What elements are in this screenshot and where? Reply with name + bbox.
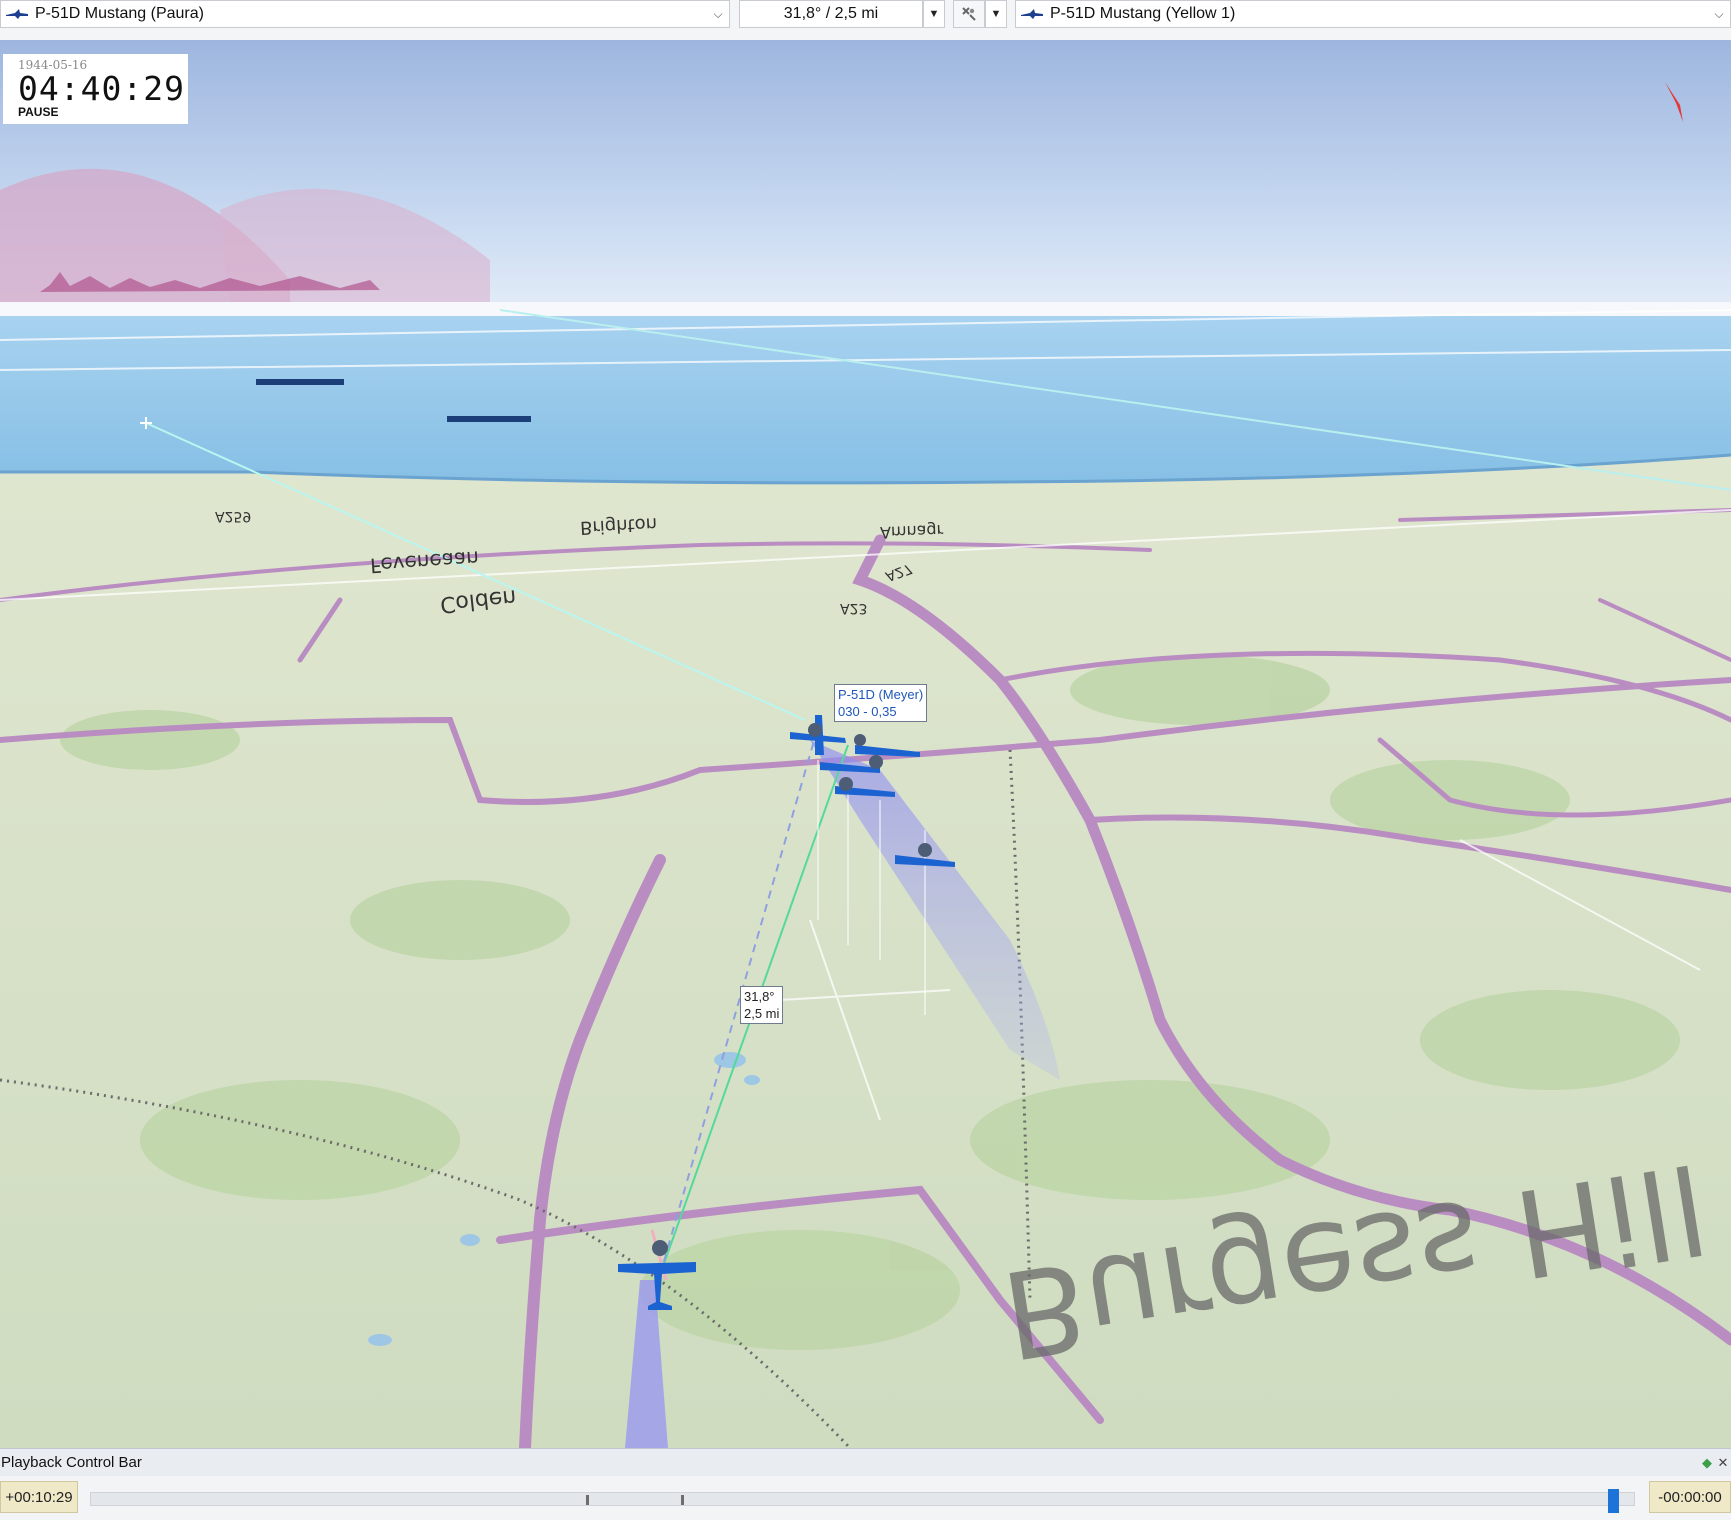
sea: [0, 316, 1731, 483]
callout-name: P-51D (Meyer): [838, 687, 924, 702]
aircraft-icon: [1021, 9, 1043, 19]
bearing-dropdown-button[interactable]: ▼: [923, 0, 945, 28]
caret-down-icon: ▼: [990, 8, 1002, 20]
aircraft-callout[interactable]: P-51D (Meyer) 030 - 0,35: [834, 684, 928, 722]
playback-slider[interactable]: [90, 1489, 1635, 1513]
playback-title: Playback Control Bar: [1, 1454, 142, 1471]
left-aircraft-label: P-51D Mustang (Paura): [35, 5, 204, 22]
playback-thumb[interactable]: [1608, 1489, 1619, 1513]
map-label-road: A259: [215, 508, 252, 524]
elapsed-time: +00:10:29: [0, 1481, 78, 1513]
remaining-time: -00:00:00: [1649, 1481, 1731, 1513]
bookmark-marker[interactable]: [586, 1495, 589, 1505]
right-aircraft-select[interactable]: P-51D Mustang (Yellow 1) ⌵: [1015, 0, 1731, 28]
measure-callout: 31,8° 2,5 mi: [740, 986, 784, 1024]
measure-range: 2,5 mi: [744, 1006, 780, 1021]
chevron-down-icon[interactable]: ⌵: [707, 1, 729, 27]
close-icon[interactable]: ✕: [1715, 1455, 1731, 1471]
callout-info: 030 - 0,35: [838, 704, 897, 719]
toolbar: P-51D Mustang (Paura) ⌵ 31,8° / 2,5 mi ▼…: [0, 0, 1731, 41]
caret-down-icon: ▼: [928, 8, 940, 20]
bookmark-marker[interactable]: [681, 1495, 684, 1505]
map-label-road: A23: [840, 600, 868, 616]
aircraft-icon: [6, 9, 28, 19]
mission-clock: 1944-05-16 04:40:29 PAUSE: [3, 54, 188, 124]
pin-icon[interactable]: ◆: [1699, 1455, 1715, 1471]
tool-dropdown-button[interactable]: ▼: [985, 0, 1007, 28]
map-label-town: Amnagr: [879, 520, 944, 543]
bearing-range-field[interactable]: 31,8° / 2,5 mi: [739, 0, 923, 28]
playback-header: Playback Control Bar ◆ ✕: [0, 1448, 1731, 1476]
left-aircraft-select[interactable]: P-51D Mustang (Paura) ⌵: [0, 0, 730, 28]
tactical-3d-view[interactable]: Burgess Hill Colden Feveneaan Brighton A…: [0, 40, 1731, 1448]
measure-tool-icon: [962, 7, 976, 21]
measure-tool-button[interactable]: [953, 0, 985, 28]
bearing-range-value: 31,8° / 2,5 mi: [783, 5, 879, 22]
map-label-town: Brighton: [579, 512, 658, 539]
ship: [447, 416, 531, 422]
clock-time: 04:40:29: [18, 69, 185, 108]
chevron-down-icon[interactable]: ⌵: [1708, 1, 1730, 27]
playback-controls: +00:10:29 -00:00:00: [0, 1476, 1731, 1520]
right-aircraft-label: P-51D Mustang (Yellow 1): [1050, 5, 1236, 22]
measure-bearing: 31,8°: [744, 989, 775, 1004]
ship: [256, 379, 344, 385]
